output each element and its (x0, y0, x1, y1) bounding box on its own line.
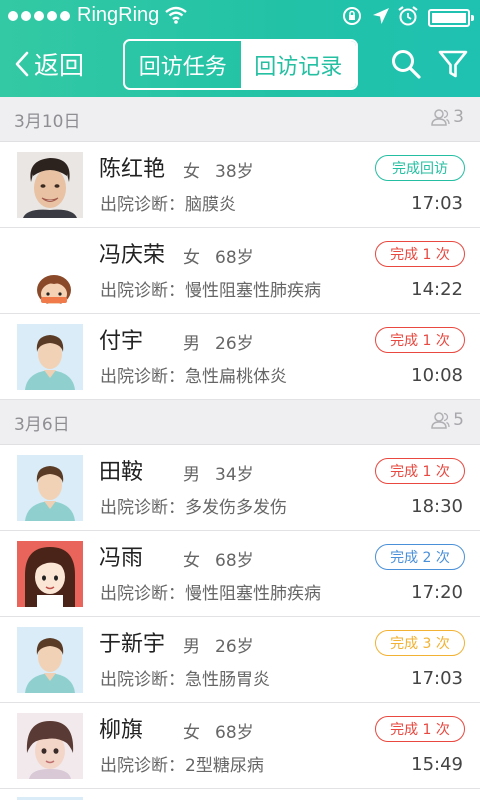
patient-gender: 男 (183, 637, 200, 657)
tab-follow-up-records[interactable]: 回访记录 (240, 41, 356, 88)
section-header: 3月6日 5 (0, 400, 480, 445)
photo-child-avatar (17, 713, 83, 779)
alarm-clock-icon (398, 6, 418, 26)
diagnosis: 出院诊断：慢性阻塞性肺疾病 (100, 281, 321, 301)
visit-time: 15:49 (411, 754, 463, 775)
section-count: 5 (430, 410, 464, 430)
status-badge: 完成回访 (375, 155, 465, 181)
section-count-value: 3 (453, 107, 464, 127)
filter-icon[interactable] (437, 48, 469, 80)
patient-gender: 女 (183, 248, 200, 268)
patient-name: 冯雨 (99, 546, 144, 571)
section-header: 3月10日 3 (0, 97, 480, 142)
section-date: 3月10日 (14, 112, 81, 132)
list-item[interactable] (0, 789, 480, 800)
patient-name: 柳旗 (99, 718, 144, 743)
search-icon[interactable] (390, 48, 422, 80)
status-badge: 完成 1 次 (375, 241, 465, 267)
tab-follow-up-tasks[interactable]: 回访任务 (125, 41, 241, 88)
avatar (17, 238, 83, 304)
default-male-avatar (17, 627, 83, 693)
cartoon-girl-avatar (17, 541, 83, 607)
patient-name: 冯庆荣 (99, 243, 166, 268)
diagnosis: 出院诊断：2型糖尿病 (100, 756, 264, 776)
back-label: 返回 (34, 51, 85, 80)
patient-age: 68岁 (215, 248, 254, 268)
visit-time: 17:03 (411, 668, 463, 689)
list-item[interactable]: 付宇 男 26岁 出院诊断：急性扁桃体炎 完成 1 次 10:08 (0, 314, 480, 400)
status-bar: RingRing (0, 0, 480, 32)
list-item[interactable]: 于新宇 男 26岁 出院诊断：急性肠胃炎 完成 3 次 17:03 (0, 617, 480, 703)
list-item[interactable]: 冯雨 女 68岁 出院诊断：慢性阻塞性肺疾病 完成 2 次 17:20 (0, 531, 480, 617)
default-male-avatar (17, 455, 83, 521)
people-icon (431, 412, 450, 429)
patient-name: 付宇 (99, 329, 144, 354)
carrier-name: RingRing (77, 4, 160, 26)
patient-age: 34岁 (215, 465, 254, 485)
signal-strength-icon (8, 11, 70, 21)
people-icon (431, 109, 450, 126)
location-arrow-icon (373, 8, 389, 24)
wifi-icon (165, 6, 187, 24)
patient-age: 26岁 (215, 637, 254, 657)
back-button[interactable]: 返回 (14, 46, 84, 82)
status-badge: 完成 1 次 (375, 327, 465, 353)
diagnosis: 出院诊断：脑膜炎 (100, 195, 236, 215)
list-item[interactable]: 冯庆荣 女 68岁 出院诊断：慢性阻塞性肺疾病 完成 1 次 14:22 (0, 228, 480, 314)
visit-time: 14:22 (411, 279, 463, 300)
patient-age: 38岁 (215, 162, 254, 182)
patient-gender: 男 (183, 465, 200, 485)
segmented-control: 回访任务 回访记录 (123, 39, 358, 90)
avatar (17, 627, 83, 693)
cartoon-child-avatar (17, 238, 83, 304)
rotation-lock-icon (343, 7, 361, 25)
list-item[interactable]: 田鞍 男 34岁 出院诊断：多发伤多发伤 完成 1 次 18:30 (0, 445, 480, 531)
avatar (17, 541, 83, 607)
visit-time: 17:03 (411, 193, 463, 214)
nav-bar: 返回 回访任务 回访记录 (0, 32, 480, 97)
battery-icon (428, 9, 474, 27)
diagnosis: 出院诊断：急性扁桃体炎 (100, 367, 287, 387)
header: RingRing 返回 回访任务 回访记录 (0, 0, 480, 97)
patient-name: 陈红艳 (99, 157, 166, 182)
patient-name: 田鞍 (99, 460, 144, 485)
patient-name: 于新宇 (99, 632, 166, 657)
default-male-avatar (17, 324, 83, 390)
patient-age: 68岁 (215, 551, 254, 571)
diagnosis: 出院诊断：急性肠胃炎 (100, 670, 270, 690)
list-item[interactable]: 陈红艳 女 38岁 出院诊断：脑膜炎 完成回访 17:03 (0, 142, 480, 228)
section-count: 3 (430, 107, 464, 127)
status-badge: 完成 1 次 (375, 716, 465, 742)
status-badge: 完成 1 次 (375, 458, 465, 484)
status-badge: 完成 3 次 (375, 630, 465, 656)
visit-time: 17:20 (411, 582, 463, 603)
chevron-left-icon (15, 51, 29, 77)
section-date: 3月6日 (14, 415, 70, 435)
section-count-value: 5 (453, 410, 464, 430)
patient-gender: 女 (183, 162, 200, 182)
list-item[interactable]: 柳旗 女 68岁 出院诊断：2型糖尿病 完成 1 次 15:49 (0, 703, 480, 789)
avatar (17, 152, 83, 218)
photo-man-avatar (17, 152, 83, 218)
visit-time: 10:08 (411, 365, 463, 386)
avatar (17, 324, 83, 390)
diagnosis: 出院诊断：慢性阻塞性肺疾病 (100, 584, 321, 604)
patient-age: 26岁 (215, 334, 254, 354)
diagnosis: 出院诊断：多发伤多发伤 (100, 498, 287, 518)
patient-age: 68岁 (215, 723, 254, 743)
visit-time: 18:30 (411, 496, 463, 517)
patient-gender: 女 (183, 551, 200, 571)
patient-gender: 女 (183, 723, 200, 743)
avatar (17, 455, 83, 521)
avatar (17, 713, 83, 779)
status-badge: 完成 2 次 (375, 544, 465, 570)
patient-gender: 男 (183, 334, 200, 354)
